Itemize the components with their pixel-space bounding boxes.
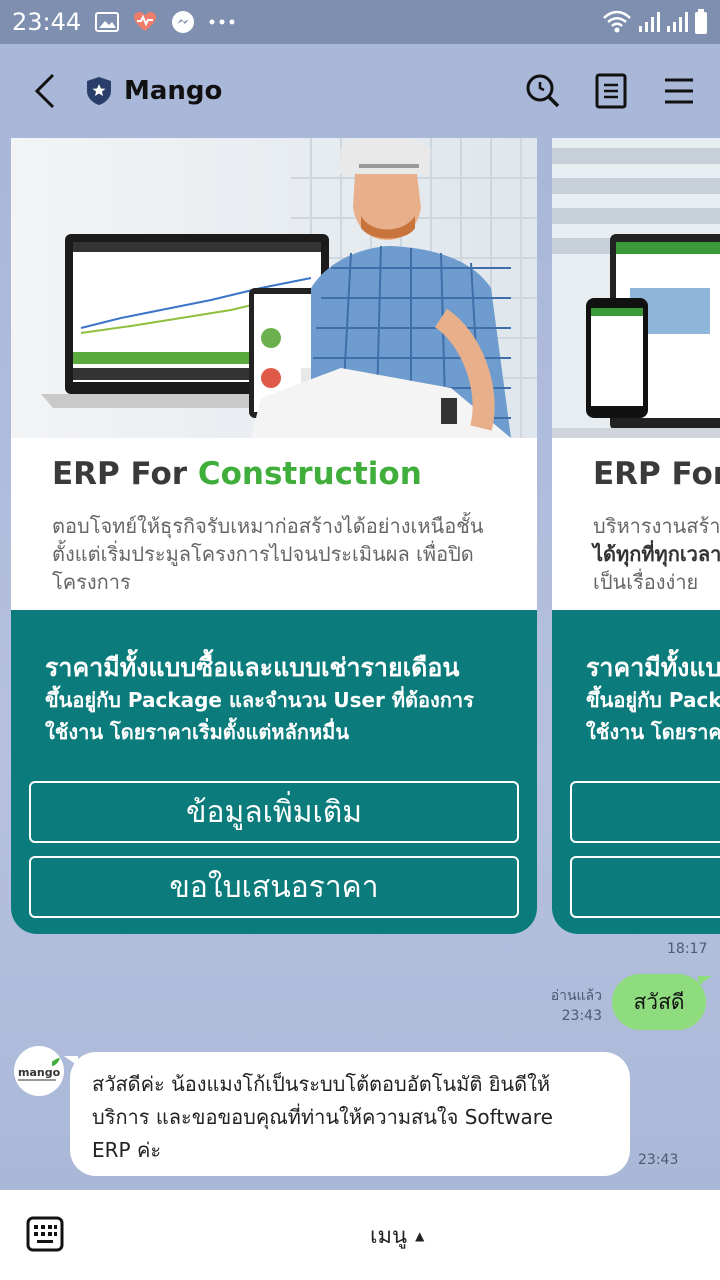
status-time: 23:44	[12, 8, 82, 36]
request-quote-button[interactable]: ข	[570, 856, 720, 918]
read-receipt: อ่านแล้ว 23:43	[546, 986, 602, 1026]
card-title-prefix: ERP For	[593, 456, 720, 492]
chat-title: Mango	[124, 76, 223, 106]
battery-icon	[694, 9, 708, 35]
incoming-message[interactable]: สวัสดีค่ะ น้องแมงโก้เป็นระบบโต้ตอบอัตโนม…	[64, 1052, 630, 1176]
avatar-logo-text: mango	[18, 1066, 61, 1079]
card-hero-image	[11, 138, 537, 438]
more-info-button[interactable]	[570, 781, 720, 843]
message-time: 23:43	[638, 1152, 679, 1168]
menu-label: เมนู	[370, 1224, 408, 1249]
card-desc-line: โครงการ	[52, 570, 131, 594]
carousel-card[interactable]: ERP For Construction ตอบโจทย์ให้ธุรกิจรั…	[11, 138, 537, 934]
menu-icon[interactable]	[658, 70, 700, 112]
gallery-icon	[95, 12, 120, 32]
card-desc-bold: ได้ทุกที่ทุกเวลา	[593, 542, 720, 566]
messenger-icon	[171, 10, 195, 34]
signal-icon	[638, 11, 660, 33]
notes-icon[interactable]	[590, 70, 632, 112]
message-time: 18:17	[667, 941, 708, 957]
more-icon	[209, 18, 235, 26]
signal-icon	[666, 11, 688, 33]
heart-pulse-icon	[133, 11, 157, 33]
search-icon[interactable]	[522, 70, 564, 112]
promo-sub-line: ขึ้นอยู่กับ Pack	[586, 688, 720, 712]
chevron-up-icon: ▲	[415, 1228, 425, 1243]
status-bar: 23:44	[0, 0, 720, 44]
card-desc-line: ตอบโจทย์ให้ธุรกิจรับเหมาก่อสร้างได้อย่าง…	[52, 514, 484, 538]
avatar[interactable]: mango	[14, 1046, 64, 1096]
promo-subtext: ขึ้นอยู่กับ Pack ใช้งาน โดยราคา	[586, 684, 720, 748]
card-desc-line: ได้ทุกที่ทุกเวลา	[593, 540, 720, 568]
more-info-button[interactable]: ข้อมูลเพิ่มเติม	[29, 781, 519, 843]
carousel-card[interactable]: ERP For บริหารงานสร้าง ได้ทุกที่ทุกเวลา …	[552, 138, 720, 934]
card-promo-section: ราคามีทั้งแบบซื้อและแบบเช่ารายเดือน ขึ้น…	[11, 610, 537, 934]
card-description: บริหารงานสร้าง ได้ทุกที่ทุกเวลา เป็นเรื่…	[593, 512, 720, 596]
card-desc-line: เป็นเรื่องง่าย	[593, 570, 699, 594]
promo-heading: ราคามีทั้งแบบซื้อและแบบเช่ารายเดือน	[45, 653, 460, 682]
card-title-accent: Construction	[197, 456, 422, 492]
incoming-line: บริการ และขอขอบคุณที่ท่านให้ความสนใจ Sof…	[92, 1105, 553, 1129]
outgoing-message[interactable]: สวัสดี	[612, 974, 712, 1030]
message-time: 23:43	[561, 1008, 602, 1024]
bottom-bar: เมนู ▲	[0, 1190, 720, 1280]
promo-sub-line: ใช้งาน โดยราคา	[586, 720, 720, 744]
chat-area[interactable]: ERP For Construction ตอบโจทย์ให้ธุรกิจรั…	[0, 138, 720, 1190]
keyboard-icon[interactable]	[26, 1216, 64, 1252]
promo-heading: ราคามีทั้งแบ	[586, 653, 720, 682]
card-desc-line: ตั้งแต่เริ่มประมูลโครงการไปจนประเมินผล เ…	[52, 542, 474, 566]
promo-sub-line: ขึ้นอยู่กับ Package และจำนวน User ที่ต้อ…	[45, 688, 474, 712]
promo-subtext: ขึ้นอยู่กับ Package และจำนวน User ที่ต้อ…	[45, 684, 525, 748]
card-hero-image	[552, 138, 720, 438]
incoming-line: ERP ค่ะ	[92, 1138, 162, 1162]
card-description: ตอบโจทย์ให้ธุรกิจรับเหมาก่อสร้างได้อย่าง…	[52, 512, 512, 596]
card-desc-line: บริหารงานสร้าง	[593, 514, 720, 538]
chat-header: Mango	[0, 44, 720, 138]
incoming-line: สวัสดีค่ะ น้องแมงโก้เป็นระบบโต้ตอบอัตโนม…	[92, 1072, 551, 1096]
card-title: ERP For Construction	[52, 456, 422, 492]
promo-sub-line: ใช้งาน โดยราคาเริ่มตั้งแต่หลักหมื่น	[45, 720, 349, 744]
menu-toggle-button[interactable]: เมนู ▲	[370, 1218, 424, 1253]
read-label: อ่านแล้ว	[550, 988, 602, 1004]
card-title-prefix: ERP For	[52, 456, 198, 492]
card-promo-section: ราคามีทั้งแบ ขึ้นอยู่กับ Pack ใช้งาน โดย…	[552, 610, 720, 934]
wifi-icon	[602, 10, 632, 34]
request-quote-button[interactable]: ขอใบเสนอราคา	[29, 856, 519, 918]
shield-star-icon	[84, 74, 114, 108]
card-title: ERP For	[593, 456, 720, 492]
back-icon[interactable]	[20, 66, 70, 116]
